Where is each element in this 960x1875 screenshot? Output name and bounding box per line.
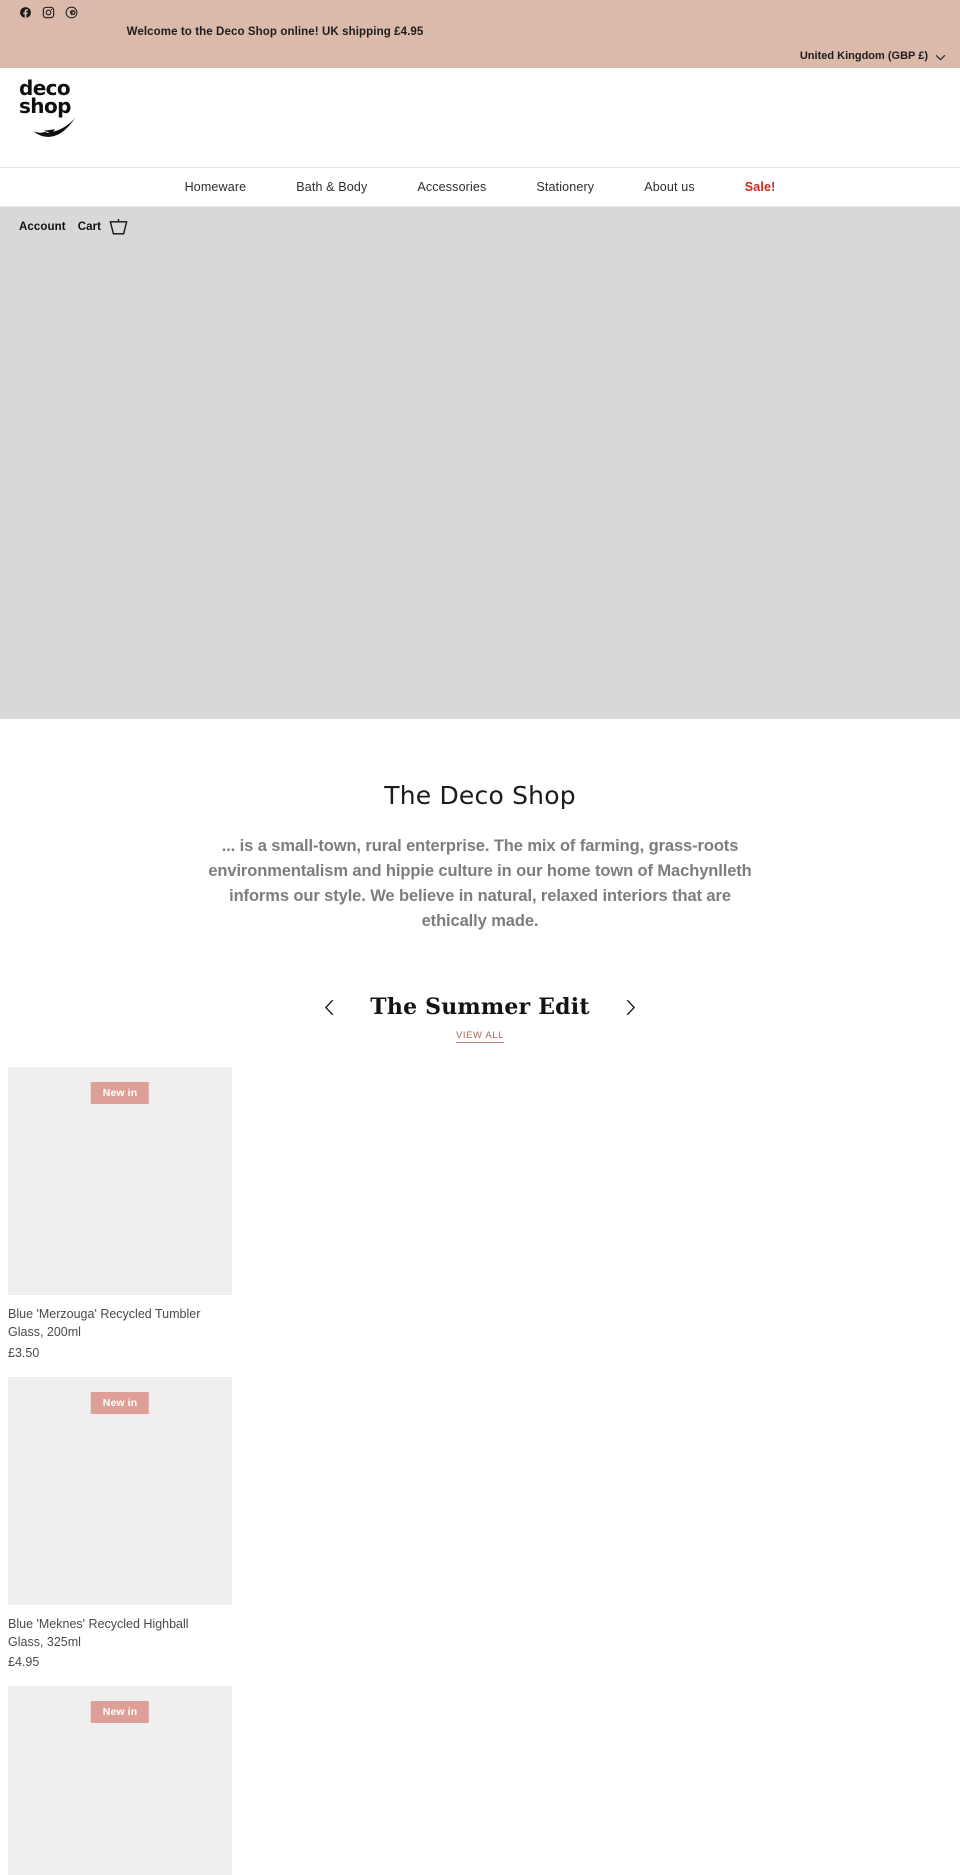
collection-section: The Summer Edit VIEW ALL New in Blue 'Me…	[0, 994, 960, 1875]
site-header: deco shop Account Cart	[0, 68, 960, 235]
intro-body-text: ... is a small-town, rural enterprise. T…	[208, 837, 752, 931]
announcement-bar: Welcome to the Deco Shop online! UK ship…	[0, 0, 960, 68]
product-price: £4.95	[8, 1655, 40, 1670]
view-all-wrapper: VIEW ALL	[0, 1025, 960, 1044]
product-image[interactable]: New in	[8, 1686, 232, 1875]
main-navigation: Homeware Bath & Body Accessories Station…	[0, 168, 960, 207]
product-title: Blue 'Meknes' Recycled Highball Glass, 3…	[8, 1616, 189, 1649]
product-image[interactable]: New in	[8, 1067, 232, 1296]
social-links	[19, 6, 78, 19]
carousel-next-button[interactable]	[620, 996, 642, 1018]
nav-item-about-us[interactable]: About us	[619, 180, 720, 194]
locale-label: United Kingdom (GBP £)	[799, 50, 928, 62]
status-badge: New in	[90, 1391, 150, 1414]
nav-item-stationery[interactable]: Stationery	[511, 180, 619, 194]
product-card[interactable]: New in	[8, 1686, 232, 1875]
nav-item-sale[interactable]: Sale!	[720, 180, 801, 194]
intro-section: The Deco Shop ... is a small-town, rural…	[0, 719, 960, 934]
nav-item-accessories[interactable]: Accessories	[392, 180, 511, 194]
facebook-icon[interactable]	[19, 6, 32, 19]
nav-item-homeware[interactable]: Homeware	[160, 180, 272, 194]
nav-item-bath-and-body[interactable]: Bath & Body	[271, 180, 392, 194]
logo-line-2: shop	[19, 94, 71, 119]
pinterest-icon[interactable]	[65, 6, 78, 19]
instagram-icon[interactable]	[42, 6, 55, 19]
cart-label: Cart	[77, 221, 102, 233]
cart-icon	[109, 219, 128, 235]
product-card[interactable]: New in Blue 'Merzouga' Recycled Tumbler …	[8, 1067, 232, 1360]
status-badge: New in	[90, 1701, 150, 1724]
status-badge: New in	[90, 1082, 150, 1105]
product-price: £3.50	[8, 1345, 40, 1360]
product-title: Blue 'Merzouga' Recycled Tumbler Glass, …	[8, 1307, 201, 1340]
hero-banner-image[interactable]	[0, 207, 960, 719]
site-logo[interactable]: deco shop	[19, 78, 85, 139]
product-grid: New in Blue 'Merzouga' Recycled Tumbler …	[0, 1067, 960, 1875]
header-utility-links: Account Cart	[19, 218, 129, 236]
chevron-down-icon	[935, 54, 946, 61]
locale-selector[interactable]: United Kingdom (GBP £)	[800, 50, 946, 62]
page-title: The Deco Shop	[384, 781, 576, 810]
collection-header: The Summer Edit	[0, 994, 960, 1020]
product-card[interactable]: New in Blue 'Meknes' Recycled Highball G…	[8, 1376, 232, 1670]
product-image[interactable]: New in	[8, 1376, 232, 1605]
view-all-link[interactable]: VIEW ALL	[455, 1030, 505, 1044]
chevron-right-icon	[626, 999, 636, 1016]
collection-title: The Summer Edit	[370, 994, 590, 1021]
cart-link[interactable]: Cart	[78, 218, 129, 236]
carousel-prev-button[interactable]	[318, 996, 340, 1018]
logo-leaf-icon	[34, 117, 75, 137]
announcement-message: Welcome to the Deco Shop online! UK ship…	[126, 26, 424, 38]
account-link[interactable]: Account	[19, 221, 66, 233]
chevron-left-icon	[324, 999, 334, 1016]
